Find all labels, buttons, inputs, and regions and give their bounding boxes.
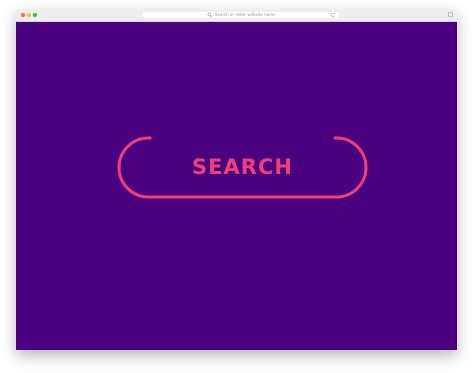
browser-titlebar: Search or enter website name	[16, 9, 457, 22]
address-bar[interactable]: Search or enter website name	[143, 12, 339, 18]
close-window-button[interactable]	[21, 13, 25, 17]
address-bar-placeholder: Search or enter website name	[215, 12, 276, 17]
reload-icon[interactable]	[330, 12, 336, 18]
browser-window: Search or enter website name SEARCH	[16, 9, 457, 350]
zoom-window-button[interactable]	[33, 13, 37, 17]
search-button[interactable]: SEARCH	[117, 136, 368, 199]
minimize-window-button[interactable]	[27, 13, 31, 17]
search-icon	[207, 12, 213, 18]
search-button-label: SEARCH	[192, 155, 293, 179]
tabs-overview-button[interactable]	[448, 12, 453, 17]
